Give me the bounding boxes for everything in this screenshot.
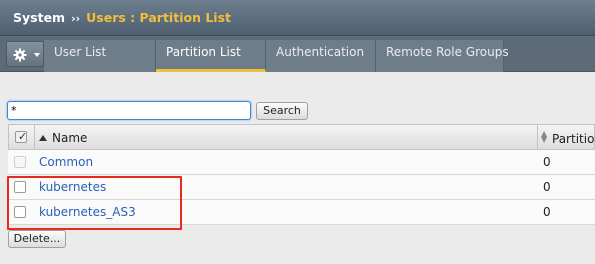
tab-remote-role-groups[interactable]: Remote Role Groups bbox=[376, 40, 509, 72]
column-divider bbox=[537, 125, 538, 149]
select-all-checkbox[interactable]: ✓ bbox=[15, 130, 28, 143]
red-highlight-box bbox=[7, 176, 182, 230]
partition-value: 0 bbox=[543, 205, 551, 219]
breadcrumb: System ›› Users : Partition List bbox=[13, 10, 231, 25]
gear-menu-button[interactable] bbox=[6, 41, 44, 67]
tab-bar: User List Partition List Authentication … bbox=[0, 36, 595, 72]
breadcrumb-separator: ›› bbox=[71, 12, 81, 25]
breadcrumb-section[interactable]: System bbox=[13, 10, 65, 25]
partition-name-link[interactable]: Common bbox=[39, 155, 93, 169]
table-header: ✓ Name ▲ ▼ Partitio bbox=[8, 124, 595, 150]
sort-icon: ▲ ▼ bbox=[541, 129, 548, 144]
sort-ascending-icon bbox=[39, 135, 47, 141]
column-header-name-label: Name bbox=[52, 131, 88, 145]
gear-icon bbox=[13, 48, 27, 62]
column-header-partition[interactable]: ▲ ▼ Partitio bbox=[541, 129, 595, 147]
tab-user-list[interactable]: User List bbox=[44, 40, 156, 72]
chevron-down-icon bbox=[34, 53, 40, 57]
select-all-cell: ✓ bbox=[9, 125, 35, 149]
title-bar: System ›› Users : Partition List bbox=[0, 0, 595, 36]
table-row: Common 0 bbox=[8, 150, 595, 175]
tab-authentication[interactable]: Authentication bbox=[266, 40, 376, 72]
column-header-name[interactable]: Name bbox=[39, 131, 87, 145]
checkmark-icon: ✓ bbox=[18, 130, 28, 143]
row-checkbox bbox=[14, 156, 26, 168]
column-header-partition-label: Partitio bbox=[552, 132, 595, 146]
partition-value: 0 bbox=[543, 155, 551, 169]
partition-value: 0 bbox=[543, 180, 551, 194]
main-content: Search ✓ Name ▲▼Partitio Common 0 kubern… bbox=[0, 72, 595, 264]
search-input[interactable] bbox=[7, 101, 251, 120]
search-button[interactable]: Search bbox=[256, 102, 308, 120]
breadcrumb-page: Users : Partition List bbox=[86, 10, 231, 25]
delete-button[interactable]: Delete... bbox=[8, 230, 66, 248]
tab-partition-list[interactable]: Partition List bbox=[156, 40, 266, 72]
